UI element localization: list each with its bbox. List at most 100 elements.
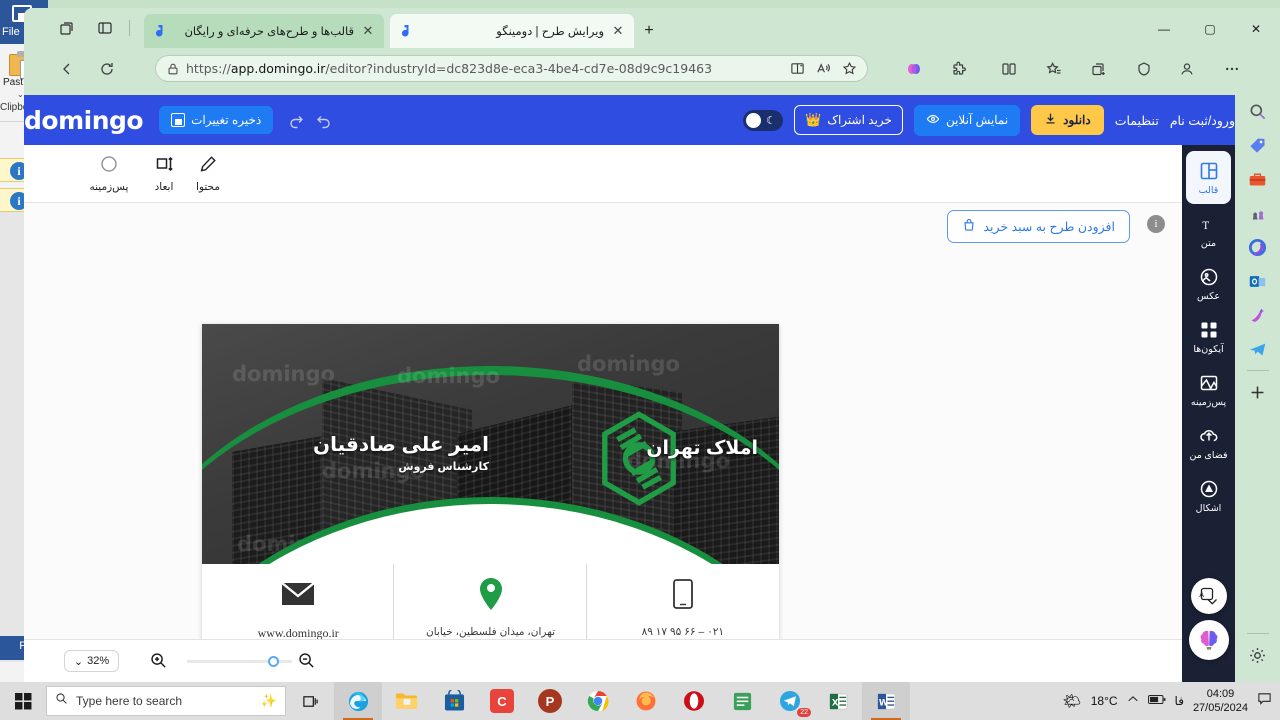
subscription-button[interactable]: خرید اشتراک 👑 [794, 105, 903, 135]
tab-actions-icon[interactable] [56, 17, 78, 39]
browser-tab-1[interactable]: ✕ قالب‌ها و طرح‌های حرفه‌ای و رایگان [144, 14, 384, 48]
taskbar-app-excel[interactable]: X [814, 682, 862, 720]
favorite-star-icon[interactable] [839, 59, 859, 79]
sparkle-icon[interactable]: ✨ [261, 693, 277, 709]
toolbar-item-background[interactable]: پس‌زمینه [81, 153, 137, 193]
outlook-icon[interactable] [1243, 264, 1273, 298]
address-bar[interactable]: https://app.domingo.ir/editor?industryId… [155, 55, 868, 82]
more-icon[interactable] [1220, 57, 1244, 81]
taskbar-search-box[interactable]: Type here to search ✨ [46, 686, 286, 716]
download-button[interactable]: دانلود [1031, 105, 1104, 135]
taskbar-app-edge[interactable] [334, 682, 382, 720]
taskbar-app-camtasia[interactable]: C [478, 682, 526, 720]
paste-button[interactable]: Past [3, 77, 23, 88]
word-file-menu[interactable]: File [2, 26, 20, 38]
search-icon[interactable] [1243, 94, 1273, 128]
app-header-left-group: ذخیره تغییرات domingo [24, 106, 343, 135]
add-icon[interactable] [1243, 375, 1273, 409]
online-preview-button[interactable]: نمایش آنلاین [913, 104, 1021, 136]
design-sidebar: قالب TT متن عکس آیکون‌ها [1182, 145, 1235, 682]
telegram-icon[interactable] [1243, 332, 1273, 366]
taskbar-app-notepad[interactable] [718, 682, 766, 720]
toolbar-item-dimensions[interactable]: ابعاد [136, 153, 192, 193]
close-icon[interactable]: ✕ [610, 23, 626, 39]
chevron-up-icon[interactable] [1127, 692, 1139, 710]
domingo-app: ورود/ثبت نام تنظیمات دانلود نمایش آنلاین… [24, 95, 1235, 682]
maximize-button[interactable]: ▢ [1188, 18, 1232, 40]
zoom-level-select[interactable]: ⌄ 32% [64, 650, 119, 672]
reload-button[interactable] [94, 56, 120, 82]
sidebar-item-label: آیکون‌ها [1193, 343, 1224, 355]
zoom-out-button[interactable] [296, 651, 316, 671]
redo-icon[interactable] [287, 111, 305, 129]
svg-text:T: T [1202, 221, 1209, 232]
sidebar-item-text[interactable]: TT متن [1186, 204, 1231, 257]
url-host: app.domingo.ir [230, 61, 326, 76]
notification-icon[interactable] [1257, 691, 1272, 711]
browser-essentials-icon[interactable] [1132, 57, 1156, 81]
language-indicator[interactable]: فا [1175, 694, 1184, 708]
clock-time: 04:09 [1206, 687, 1235, 700]
tab-list-icon[interactable] [94, 17, 116, 39]
zoom-slider-handle[interactable] [268, 656, 279, 667]
taskbar-app-opera[interactable] [670, 682, 718, 720]
ai-assistant-fab[interactable] [1189, 620, 1229, 660]
taskbar-app-microsoft-store[interactable] [430, 682, 478, 720]
taskbar-app-chrome[interactable] [574, 682, 622, 720]
sidebar-item-shapes[interactable]: اشکال [1186, 469, 1231, 522]
windows-start-icon[interactable] [0, 692, 46, 710]
copilot-icon[interactable] [1243, 230, 1273, 264]
settings-gear-icon[interactable] [1243, 638, 1273, 672]
account-link[interactable]: ورود/ثبت نام [1170, 113, 1235, 128]
taskbar-clock[interactable]: 04:09 27/05/2024 [1193, 687, 1248, 716]
taskbar-app-telegram[interactable]: 22 [766, 682, 814, 720]
new-tab-button[interactable]: + [638, 21, 660, 43]
design-card[interactable]: domingo domingo domingo domingo domingo … [202, 324, 779, 682]
games-icon[interactable] [1243, 196, 1273, 230]
background-icon [1199, 372, 1219, 394]
zoom-slider[interactable] [187, 656, 292, 667]
split-screen-icon[interactable] [787, 59, 807, 79]
svg-text:A: A [1199, 591, 1204, 599]
theme-toggle[interactable]: ☾ [743, 109, 784, 131]
battery-icon[interactable] [1147, 692, 1166, 710]
taskbar-app-firefox[interactable] [622, 682, 670, 720]
favorites-icon[interactable] [1042, 57, 1066, 81]
split-screen-icon[interactable] [997, 57, 1021, 81]
extensions-icon[interactable] [947, 57, 971, 81]
undo-icon[interactable] [315, 111, 333, 129]
translate-fab[interactable]: A [1191, 578, 1227, 614]
sidebar-item-template[interactable]: قالب [1186, 151, 1231, 204]
read-aloud-icon[interactable] [813, 59, 833, 79]
add-to-cart-button[interactable]: افزودن طرح به سبد خرید [947, 210, 1130, 243]
tools-icon[interactable] [1243, 162, 1273, 196]
close-button[interactable]: ✕ [1234, 18, 1278, 40]
collections-icon[interactable] [1087, 57, 1111, 81]
info-icon[interactable]: i [1147, 215, 1165, 233]
sidebar-item-icons[interactable]: آیکون‌ها [1186, 310, 1231, 363]
tab-title: ویرایش طرح | دومینگو [496, 26, 604, 38]
minimize-button[interactable]: — [1142, 18, 1186, 40]
browser-tab-2[interactable]: ✕ ویرایش طرح | دومینگو [390, 14, 634, 48]
weather-temperature[interactable]: 18°C [1091, 694, 1118, 708]
chevron-down-icon[interactable]: ⌄ [17, 90, 24, 99]
settings-link[interactable]: تنظیمات [1115, 113, 1159, 128]
save-changes-button[interactable]: ذخیره تغییرات [159, 106, 274, 134]
taskbar-app-word[interactable]: W [862, 682, 910, 720]
sidebar-item-background[interactable]: پس‌زمینه [1186, 363, 1231, 416]
taskbar-app-file-explorer[interactable] [382, 682, 430, 720]
zoom-in-button[interactable] [148, 651, 168, 671]
subscription-label: خرید اشتراک [827, 113, 892, 127]
phone-icon [587, 574, 779, 614]
sidebar-item-image[interactable]: عکس [1186, 257, 1231, 310]
profile-icon[interactable] [1175, 57, 1199, 81]
back-button[interactable] [54, 56, 80, 82]
task-view-icon[interactable] [286, 682, 334, 720]
close-icon[interactable]: ✕ [360, 23, 376, 39]
copilot-icon[interactable] [902, 57, 926, 81]
shopping-tag-icon[interactable] [1243, 128, 1273, 162]
grid-icons-icon [1199, 319, 1219, 341]
taskbar-app-powerpoint[interactable]: P [526, 682, 574, 720]
sidebar-item-myspace[interactable]: فضای من [1186, 416, 1231, 469]
image-creator-icon[interactable] [1243, 298, 1273, 332]
